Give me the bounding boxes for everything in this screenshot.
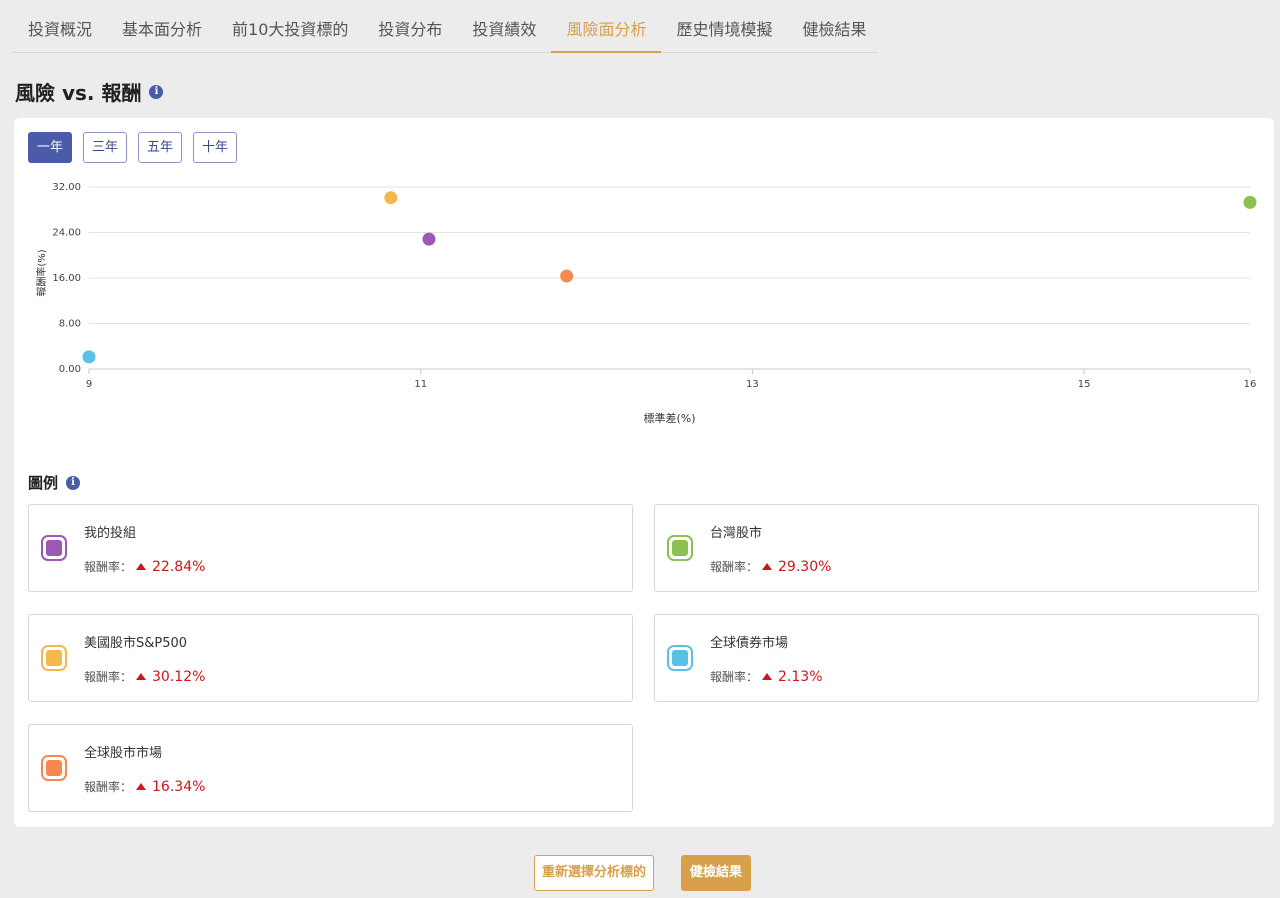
legend-name: 全球債券市場 — [710, 636, 789, 651]
risk-return-card: 一年 三年 五年 十年 0.00 8.00 16.00 24.00 32.00 9 11 13… — [14, 118, 1274, 827]
legend-info-icon[interactable]: i — [66, 475, 81, 490]
legend-return-label: 報酬率： — [84, 780, 133, 794]
tab-investment-performance[interactable]: 投資績效 — [457, 0, 551, 53]
x-axis-label: 標準差(%) — [643, 411, 695, 425]
x-tick-label: 15 — [1078, 379, 1091, 390]
x-tick-label: 16 — [1244, 379, 1257, 390]
page-title: 風險 vs. 報酬 i — [15, 77, 164, 106]
legend-return: 報酬率： 2.13% — [710, 668, 823, 685]
tab-fundamental-analysis[interactable]: 基本面分析 — [107, 0, 217, 53]
tab-top10-holdings[interactable]: 前10大投資標的 — [217, 0, 363, 53]
data-point — [384, 191, 398, 205]
up-arrow-icon — [136, 673, 147, 680]
up-arrow-icon — [762, 673, 773, 680]
legend-return-value: 30.12% — [152, 668, 206, 685]
y-tick-label: 8.00 — [59, 319, 81, 330]
y-axis-label: 報酬率(%) — [35, 249, 48, 296]
tab-investment-distribution[interactable]: 投資分布 — [363, 0, 457, 53]
period-1y-button[interactable]: 一年 — [28, 132, 73, 163]
y-tick-label: 0.00 — [59, 364, 81, 375]
legend-name: 全球股市市場 — [84, 746, 163, 761]
legend-name: 我的投組 — [84, 526, 137, 541]
legend-swatch — [41, 535, 67, 561]
legend-return-label: 報酬率： — [84, 560, 133, 574]
period-3y-button[interactable]: 三年 — [83, 132, 128, 163]
legend-swatch — [41, 645, 67, 671]
legend-return-label: 報酬率： — [84, 670, 133, 684]
legend-item-taiwan-stock: 台灣股市 報酬率： 29.30% — [654, 504, 1259, 592]
legend-name: 美國股市S&P500 — [84, 636, 188, 651]
data-point — [82, 350, 96, 364]
legend-return-value: 29.30% — [778, 558, 832, 575]
up-arrow-icon — [136, 783, 147, 790]
legend-return-label: 報酬率： — [710, 560, 759, 574]
up-arrow-icon — [762, 563, 773, 570]
x-tick-label: 13 — [746, 379, 759, 390]
legend-title: 圖例 i — [28, 472, 81, 493]
legend-return-value: 16.34% — [152, 778, 206, 795]
legend-return: 報酬率： 30.12% — [84, 668, 205, 685]
reselect-targets-button[interactable]: 重新選擇分析標的 — [534, 855, 655, 891]
x-tick-label: 11 — [414, 379, 427, 390]
up-arrow-icon — [136, 563, 147, 570]
legend-swatch — [667, 645, 693, 671]
data-point — [560, 269, 574, 283]
legend-return: 報酬率： 22.84% — [84, 558, 205, 575]
legend-item-global-bond: 全球債券市場 報酬率： 2.13% — [654, 614, 1259, 702]
y-tick-label: 16.00 — [52, 273, 81, 284]
legend-return-value: 22.84% — [152, 558, 206, 575]
legend-swatch — [41, 755, 67, 781]
legend-title-text: 圖例 — [28, 474, 59, 492]
tab-historical-scenario[interactable]: 歷史情境模擬 — [661, 0, 787, 53]
legend-item-my-portfolio: 我的投組 報酬率： 22.84% — [28, 504, 633, 592]
period-5y-button[interactable]: 五年 — [138, 132, 183, 163]
data-point — [1243, 195, 1257, 209]
legend-item-us-sp500: 美國股市S&P500 報酬率： 30.12% — [28, 614, 633, 702]
checkup-result-button[interactable]: 健檢結果 — [681, 855, 752, 891]
legend-item-global-stock: 全球股市市場 報酬率： 16.34% — [28, 724, 633, 812]
legend-return: 報酬率： 16.34% — [84, 778, 205, 795]
tab-bar: 投資概況 基本面分析 前10大投資標的 投資分布 投資績效 風險面分析 歷史情境… — [13, 0, 878, 53]
tab-investment-overview[interactable]: 投資概況 — [13, 0, 107, 53]
x-tick-label: 9 — [86, 379, 92, 390]
risk-return-scatter-chart: 0.00 8.00 16.00 24.00 32.00 9 11 13 15 16 標準差(%) 報酬… — [35, 182, 1257, 425]
legend-return-value: 2.13% — [778, 668, 823, 685]
period-selector: 一年 三年 五年 十年 — [28, 132, 248, 163]
legend-swatch — [667, 535, 693, 561]
legend-name: 台灣股市 — [710, 526, 763, 541]
period-10y-button[interactable]: 十年 — [193, 132, 238, 163]
info-icon[interactable]: i — [149, 84, 164, 99]
tab-risk-analysis[interactable]: 風險面分析 — [551, 0, 662, 53]
legend-return-label: 報酬率： — [710, 670, 759, 684]
page-title-text: 風險 vs. 報酬 — [15, 81, 142, 105]
data-point — [422, 232, 436, 246]
tab-checkup-result[interactable]: 健檢結果 — [787, 0, 881, 53]
legend-return: 報酬率： 29.30% — [710, 558, 831, 575]
y-tick-label: 24.00 — [52, 228, 81, 239]
y-tick-label: 32.00 — [52, 182, 81, 193]
